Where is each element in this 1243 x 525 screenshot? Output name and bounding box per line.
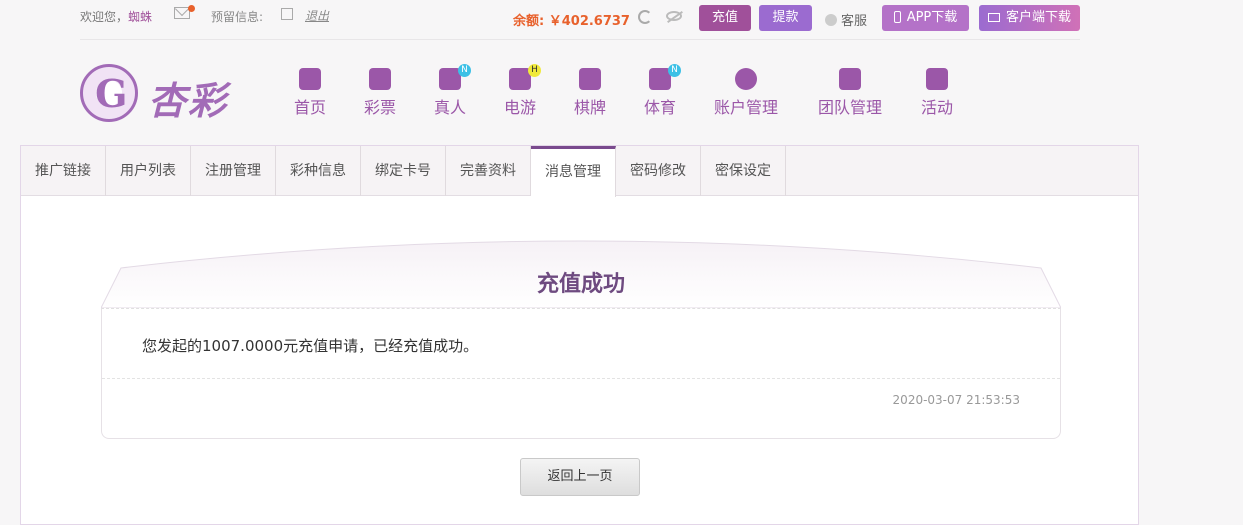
tab-user-list[interactable]: 用户列表	[106, 146, 191, 196]
message-timestamp: 2020-03-07 21:53:53	[892, 393, 1020, 407]
username[interactable]: 蜘蛛	[128, 10, 152, 24]
logo-text: 杏彩	[148, 79, 229, 123]
tab-bind-card[interactable]: 绑定卡号	[361, 146, 446, 196]
tab-profile[interactable]: 完善资料	[446, 146, 531, 196]
nav-label: 真人	[433, 98, 466, 117]
gift-icon	[926, 68, 948, 90]
nav-slots[interactable]: H 电游	[501, 64, 541, 118]
new-badge: N	[668, 64, 681, 77]
nav-label: 活动	[920, 98, 953, 117]
yen-coin-icon	[735, 68, 757, 90]
divider	[102, 378, 1060, 379]
unread-dot	[188, 5, 195, 12]
back-button[interactable]: 返回上一页	[520, 458, 640, 496]
nav-sports[interactable]: N 体育	[641, 64, 681, 118]
client-download-label: 客户端下载	[1005, 10, 1071, 25]
top-bar: 欢迎您，蜘蛛 预留信息: 退出 余额: ￥402.6737 充值 提款 客服 A…	[80, 0, 1080, 40]
customer-service-link[interactable]: 客服	[825, 10, 867, 29]
tab-password[interactable]: 密码修改	[616, 146, 701, 196]
tab-lottery-info[interactable]: 彩种信息	[276, 146, 361, 196]
nav-home[interactable]: 首页	[291, 68, 329, 118]
balance-display: 余额: ￥402.6737	[513, 14, 630, 29]
nav-label: 彩票	[363, 98, 396, 117]
cards-icon	[579, 68, 601, 90]
service-icon	[825, 14, 837, 26]
nav-label: 首页	[293, 98, 326, 117]
message-card-header: 充值成功	[101, 236, 1061, 308]
nav-live-casino[interactable]: N 真人	[431, 64, 471, 118]
logo-mark-icon	[80, 64, 138, 122]
home-icon	[299, 68, 321, 90]
logout-link[interactable]: 退出	[305, 7, 329, 24]
refresh-icon[interactable]	[638, 10, 652, 24]
monitor-icon	[987, 13, 1000, 22]
tab-messages[interactable]: 消息管理	[531, 146, 616, 197]
tab-registration[interactable]: 注册管理	[191, 146, 276, 196]
new-badge: N	[458, 64, 471, 77]
hot-badge: H	[528, 64, 541, 77]
message-title: 充值成功	[536, 272, 625, 297]
nav-cards[interactable]: 棋牌	[571, 68, 609, 118]
nav-account[interactable]: 账户管理	[711, 68, 781, 118]
app-download-label: APP下载	[906, 10, 958, 25]
nav-label: 体育	[643, 98, 676, 117]
client-download-button[interactable]: 客户端下载	[979, 5, 1080, 31]
team-icon	[839, 68, 861, 90]
dealer-icon: N	[439, 64, 471, 90]
gamepad-icon: H	[509, 64, 541, 90]
nav-label: 电游	[503, 98, 536, 117]
app-download-button[interactable]: APP下载	[882, 5, 969, 31]
site-logo[interactable]: 杏彩	[80, 62, 240, 128]
service-label: 客服	[841, 14, 868, 29]
hide-balance-icon[interactable]	[666, 11, 682, 21]
nav-activities[interactable]: 活动	[919, 68, 955, 118]
message-card: 您发起的1007.0000元充值申请，已经充值成功。 2020-03-07 21…	[101, 308, 1061, 439]
reserved-info-label: 预留信息:	[211, 10, 264, 24]
nav-label: 团队管理	[817, 98, 882, 117]
trophy-icon: N	[649, 64, 681, 90]
content-panel: 推广链接 用户列表 注册管理 彩种信息 绑定卡号 完善资料 消息管理 密码修改 …	[20, 145, 1139, 525]
nav-lottery[interactable]: 彩票	[361, 68, 399, 118]
tab-bar: 推广链接 用户列表 注册管理 彩种信息 绑定卡号 完善资料 消息管理 密码修改 …	[21, 146, 1138, 197]
nav-team[interactable]: 团队管理	[815, 68, 885, 118]
welcome-label: 欢迎您，	[80, 10, 129, 24]
recharge-button[interactable]: 充值	[699, 5, 751, 31]
welcome-text: 欢迎您，蜘蛛	[80, 8, 152, 25]
edit-icon[interactable]	[281, 8, 293, 20]
tab-promo-link[interactable]: 推广链接	[21, 146, 106, 196]
message-body: 您发起的1007.0000元充值申请，已经充值成功。	[142, 337, 479, 355]
withdraw-button[interactable]: 提款	[759, 5, 812, 31]
tab-security[interactable]: 密保设定	[701, 146, 786, 196]
nav-label: 账户管理	[713, 98, 778, 117]
phone-icon	[893, 11, 901, 23]
nav-label: 棋牌	[573, 98, 606, 117]
ticket-icon	[369, 68, 391, 90]
